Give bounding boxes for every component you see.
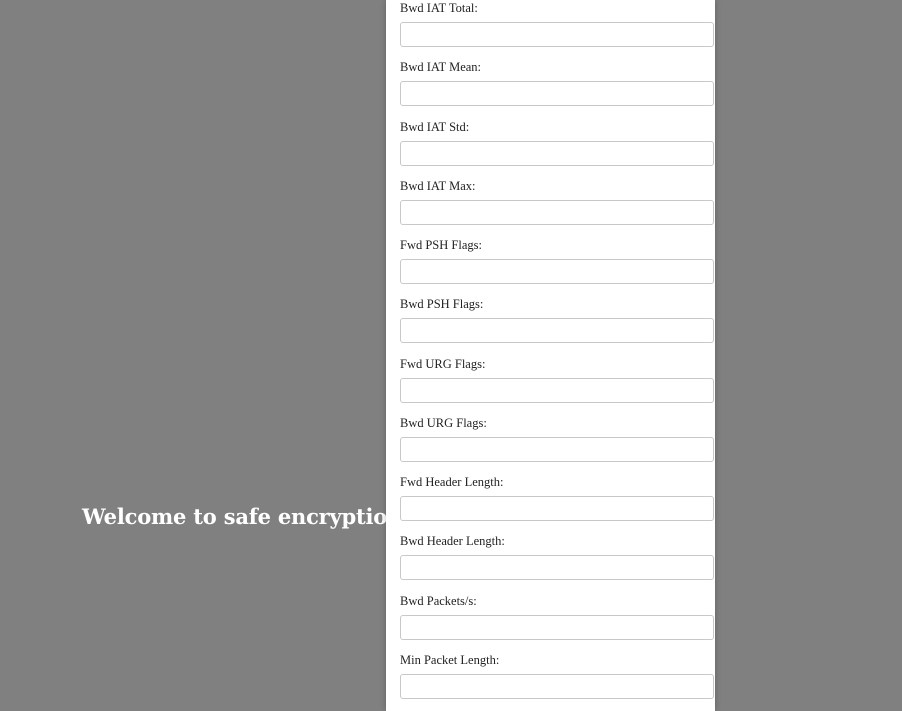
field-bwd-iat-std: Bwd IAT Std:	[400, 119, 714, 178]
field-fwd-urg-flags: Fwd URG Flags:	[400, 356, 714, 415]
field-label-bwd-iat-total: Bwd IAT Total:	[400, 1, 478, 15]
field-bwd-packets-per-s: Bwd Packets/s:	[400, 593, 714, 652]
field-label-fwd-psh-flags: Fwd PSH Flags:	[400, 238, 482, 252]
fwd-urg-flags-input[interactable]	[400, 377, 714, 403]
field-bwd-iat-max: Bwd IAT Max:	[400, 178, 714, 237]
field-label-bwd-iat-max: Bwd IAT Max:	[400, 178, 476, 193]
bwd-psh-flags-input[interactable]	[400, 318, 714, 344]
bwd-iat-std-input[interactable]	[400, 140, 714, 166]
page: Welcome to safe encryption Bwd IAT Total…	[0, 0, 902, 711]
field-label-bwd-packets-per-s: Bwd Packets/s:	[400, 593, 477, 608]
form-panel: Bwd IAT Total: Bwd IAT Mean: Bwd IAT Std…	[386, 0, 715, 711]
bwd-packets-per-s-input[interactable]	[400, 614, 714, 640]
fwd-header-length-input[interactable]	[400, 496, 714, 521]
field-label-bwd-header-length: Bwd Header Length:	[400, 534, 505, 549]
field-bwd-psh-flags: Bwd PSH Flags:	[400, 296, 714, 355]
field-fwd-psh-flags: Fwd PSH Flags:	[400, 237, 714, 296]
field-bwd-iat-mean: Bwd IAT Mean:	[400, 59, 714, 118]
min-packet-length-input[interactable]	[400, 673, 714, 699]
bwd-iat-mean-input[interactable]	[400, 81, 714, 107]
field-fwd-header-length: Fwd Header Length:	[400, 474, 714, 533]
bwd-iat-total-input[interactable]	[400, 22, 714, 47]
bwd-urg-flags-input[interactable]	[400, 436, 714, 462]
field-bwd-header-length: Bwd Header Length:	[400, 533, 714, 592]
field-label-bwd-urg-flags: Bwd URG Flags:	[400, 415, 487, 430]
fwd-psh-flags-input[interactable]	[400, 259, 714, 284]
bwd-iat-max-input[interactable]	[400, 199, 714, 225]
welcome-heading: Welcome to safe encryption	[82, 504, 403, 529]
bwd-header-length-input[interactable]	[400, 555, 714, 581]
field-label-fwd-header-length: Fwd Header Length:	[400, 475, 504, 489]
field-min-packet-length: Min Packet Length:	[400, 652, 714, 711]
field-label-bwd-iat-mean: Bwd IAT Mean:	[400, 60, 482, 75]
field-label-min-packet-length: Min Packet Length:	[400, 652, 500, 667]
field-bwd-urg-flags: Bwd URG Flags:	[400, 415, 714, 474]
field-label-fwd-urg-flags: Fwd URG Flags:	[400, 356, 486, 371]
field-label-bwd-iat-std: Bwd IAT Std:	[400, 119, 470, 134]
field-bwd-iat-total: Bwd IAT Total:	[400, 0, 714, 59]
field-label-bwd-psh-flags: Bwd PSH Flags:	[400, 297, 484, 312]
